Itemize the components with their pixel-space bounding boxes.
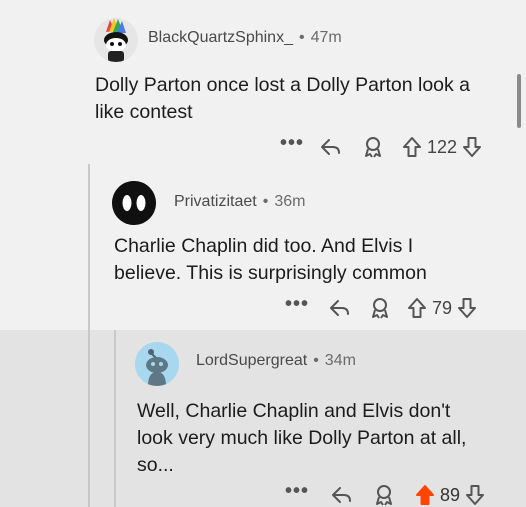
comment-line: like contest <box>95 101 193 123</box>
vote-count: 89 <box>440 484 461 505</box>
reply-icon[interactable] <box>330 485 354 505</box>
upvote-icon[interactable] <box>401 136 423 158</box>
more-options-icon[interactable]: ••• <box>284 481 310 501</box>
award-icon[interactable] <box>372 484 396 506</box>
snoo-avatar-icon <box>94 18 138 62</box>
more-options-icon[interactable]: ••• <box>284 294 310 314</box>
separator-dot: • <box>313 352 319 369</box>
reply-icon[interactable] <box>328 298 352 318</box>
comment-actions: ••• 89 <box>284 481 486 507</box>
reply-icon[interactable] <box>319 137 343 157</box>
upvote-icon-filled[interactable] <box>414 484 436 506</box>
more-options-icon[interactable]: ••• <box>279 133 305 153</box>
thread-line[interactable] <box>88 164 90 507</box>
downvote-icon[interactable] <box>461 136 483 158</box>
comment-line: believe. This is surprisingly common <box>114 262 427 284</box>
timestamp: 36m <box>274 193 306 210</box>
separator-dot: • <box>298 29 305 46</box>
avatar[interactable] <box>94 18 138 62</box>
avatar[interactable] <box>135 342 179 386</box>
comment-body: Dolly Parton once lost a Dolly Parton lo… <box>95 72 515 126</box>
comment-line: so... <box>137 454 174 476</box>
comment-line: look very much like Dolly Parton at all, <box>137 427 467 449</box>
upvote-icon[interactable] <box>406 297 428 319</box>
username[interactable]: LordSupergreat <box>196 352 307 370</box>
comment-line: Charlie Chaplin did too. And Elvis I <box>114 235 414 257</box>
downvote-icon[interactable] <box>464 484 486 506</box>
snoo-avatar-icon <box>135 342 179 386</box>
vote-count: 122 <box>427 136 458 157</box>
snoo-avatar-icon <box>112 181 156 225</box>
thread-line[interactable] <box>114 330 116 507</box>
downvote-icon[interactable] <box>456 297 478 319</box>
scrollbar[interactable] <box>517 74 521 128</box>
comment-line: Well, Charlie Chaplin and Elvis don't <box>137 400 451 422</box>
award-icon[interactable] <box>368 297 392 319</box>
avatar[interactable] <box>112 181 156 225</box>
comment-line: Dolly Parton once lost a Dolly Parton lo… <box>95 74 471 96</box>
comment-body: Well, Charlie Chaplin and Elvis don't lo… <box>137 398 517 479</box>
timestamp: 34m <box>324 352 356 369</box>
comment-actions: ••• 122 <box>279 133 483 159</box>
username[interactable]: BlackQuartzSphinx_ <box>148 29 293 47</box>
username[interactable]: Privatizitaet <box>174 193 257 211</box>
timestamp: 47m <box>310 29 342 46</box>
vote-count: 79 <box>432 297 453 318</box>
award-icon[interactable] <box>361 136 385 158</box>
comment-actions: ••• 79 <box>284 294 478 320</box>
comment-body: Charlie Chaplin did too. And Elvis I bel… <box>114 233 514 287</box>
separator-dot: • <box>262 193 269 210</box>
